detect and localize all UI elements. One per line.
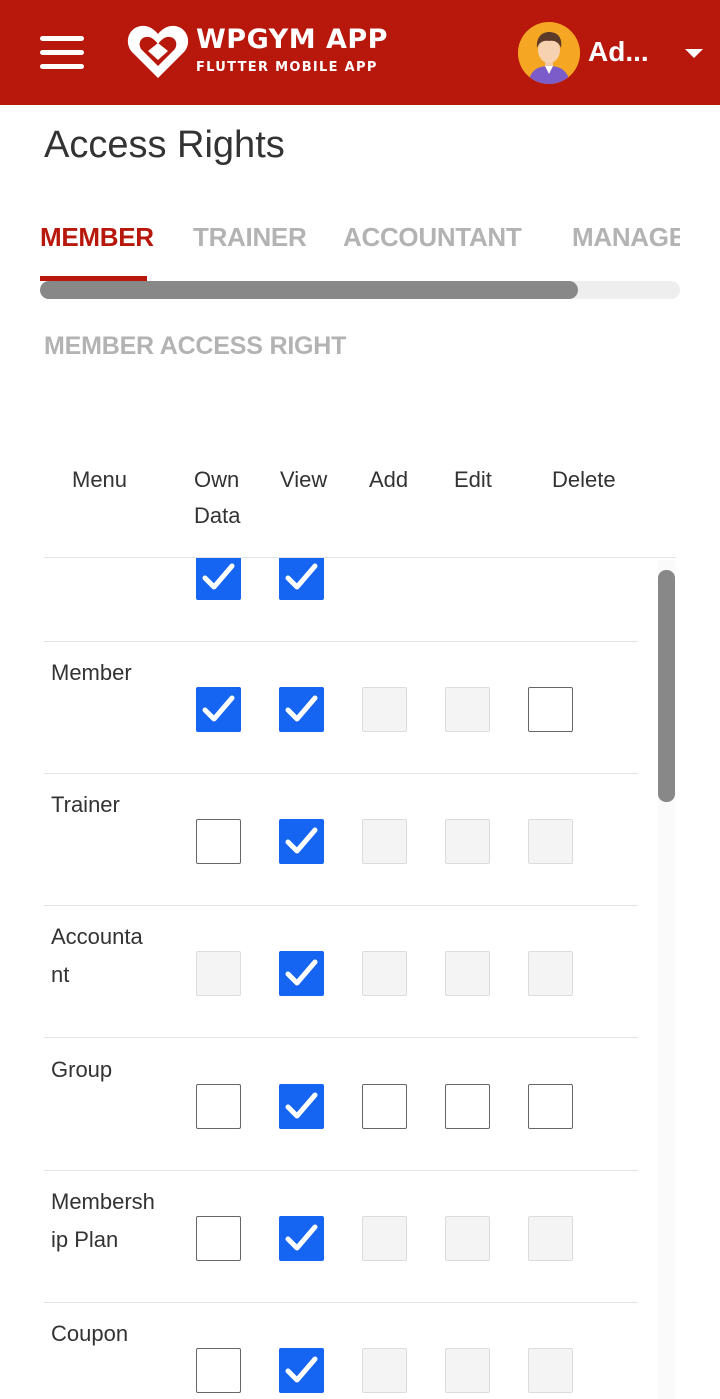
tabs-scrollbar-thumb[interactable] — [40, 281, 578, 299]
row-label-group: Group — [51, 1057, 113, 1082]
check-icon — [285, 959, 318, 986]
row-label-trainer: Trainer — [51, 792, 120, 817]
member-view-checkbox[interactable] — [279, 687, 324, 732]
group-delete-checkbox[interactable] — [528, 1084, 573, 1129]
accountant-view-checkbox[interactable] — [279, 951, 324, 996]
group-edit-checkbox[interactable] — [445, 1084, 490, 1129]
check-icon — [285, 827, 318, 854]
calendar-own-data-checkbox[interactable] — [196, 558, 241, 600]
accountant-own-data-checkbox — [196, 951, 241, 996]
group-view-checkbox[interactable] — [279, 1084, 324, 1129]
member-add-checkbox — [362, 687, 407, 732]
membership-plan-own-data-checkbox[interactable] — [196, 1216, 241, 1261]
table-row: Member — [44, 642, 638, 774]
membership-plan-view-checkbox[interactable] — [279, 1216, 324, 1261]
column-header-view: View — [280, 467, 328, 492]
accountant-edit-checkbox — [445, 951, 490, 996]
membership-plan-delete-checkbox — [528, 1216, 573, 1261]
trainer-add-checkbox — [362, 819, 407, 864]
check-icon — [202, 695, 235, 722]
accountant-add-checkbox — [362, 951, 407, 996]
row-label-accountant: Accountant — [51, 924, 143, 987]
check-icon — [285, 1356, 318, 1383]
user-avatar[interactable] — [518, 22, 580, 84]
tab-trainer[interactable]: TRAINER — [193, 222, 307, 253]
page-title: Access Rights — [44, 124, 285, 166]
heart-logo-icon — [127, 25, 189, 78]
table-row: Coupon — [44, 1303, 638, 1399]
brand-logo: WPGYM APP FLUTTER MOBILE APP — [126, 22, 396, 84]
role-tabs: MEMBER TRAINER ACCOUNTANT MANAGE — [40, 218, 680, 284]
trainer-own-data-checkbox[interactable] — [196, 819, 241, 864]
column-header-delete: Delete — [552, 467, 616, 492]
brand-title: WPGYM APP — [196, 24, 388, 55]
coupon-view-checkbox[interactable] — [279, 1348, 324, 1393]
check-icon — [285, 1224, 318, 1251]
coupon-own-data-checkbox[interactable] — [196, 1348, 241, 1393]
accountant-delete-checkbox — [528, 951, 573, 996]
column-header-own-data: Own Data — [194, 467, 241, 528]
user-name[interactable]: Ad... — [588, 36, 649, 68]
table-row: Group — [44, 1039, 638, 1171]
caret-down-icon[interactable] — [683, 47, 705, 61]
trainer-edit-checkbox — [445, 819, 490, 864]
row-label-coupon: Coupon — [51, 1321, 129, 1346]
coupon-delete-checkbox — [528, 1348, 573, 1393]
table-scrollbar-thumb[interactable] — [658, 570, 675, 802]
calendar-view-checkbox[interactable] — [279, 558, 324, 600]
app-bar: WPGYM APP FLUTTER MOBILE APP Ad... — [0, 0, 720, 105]
table-row: Trainer — [44, 774, 638, 906]
column-header-add: Add — [369, 467, 409, 492]
user-avatar-icon — [518, 22, 580, 84]
member-delete-checkbox[interactable] — [528, 687, 573, 732]
table-row: Calendar — [44, 558, 638, 642]
column-header-menu: Menu — [72, 467, 128, 492]
coupon-edit-checkbox — [445, 1348, 490, 1393]
check-icon — [285, 695, 318, 722]
row-label-member: Member — [51, 660, 132, 685]
access-rights-table: Calendar Member Trainer Accountant Group Memb… — [44, 557, 676, 1399]
tab-accountant[interactable]: ACCOUNTANT — [343, 222, 522, 253]
tab-member[interactable]: MEMBER — [40, 222, 154, 253]
coupon-add-checkbox — [362, 1348, 407, 1393]
hamburger-menu-icon[interactable] — [40, 36, 84, 70]
table-row: Accountant — [44, 906, 638, 1038]
member-edit-checkbox — [445, 687, 490, 732]
member-own-data-checkbox[interactable] — [196, 687, 241, 732]
membership-plan-edit-checkbox — [445, 1216, 490, 1261]
tab-manager[interactable]: MANAGE — [572, 222, 680, 253]
check-icon — [202, 563, 235, 590]
table-row: Membership Plan — [44, 1171, 638, 1303]
check-icon — [285, 563, 318, 590]
section-title: MEMBER ACCESS RIGHT — [44, 332, 347, 360]
group-add-checkbox[interactable] — [362, 1084, 407, 1129]
membership-plan-add-checkbox — [362, 1216, 407, 1261]
trainer-view-checkbox[interactable] — [279, 819, 324, 864]
trainer-delete-checkbox — [528, 819, 573, 864]
row-label-membership-plan: Membership Plan — [51, 1189, 155, 1252]
column-header-edit: Edit — [454, 467, 492, 492]
check-icon — [285, 1092, 318, 1119]
group-own-data-checkbox[interactable] — [196, 1084, 241, 1129]
brand-subtitle: FLUTTER MOBILE APP — [196, 60, 378, 75]
